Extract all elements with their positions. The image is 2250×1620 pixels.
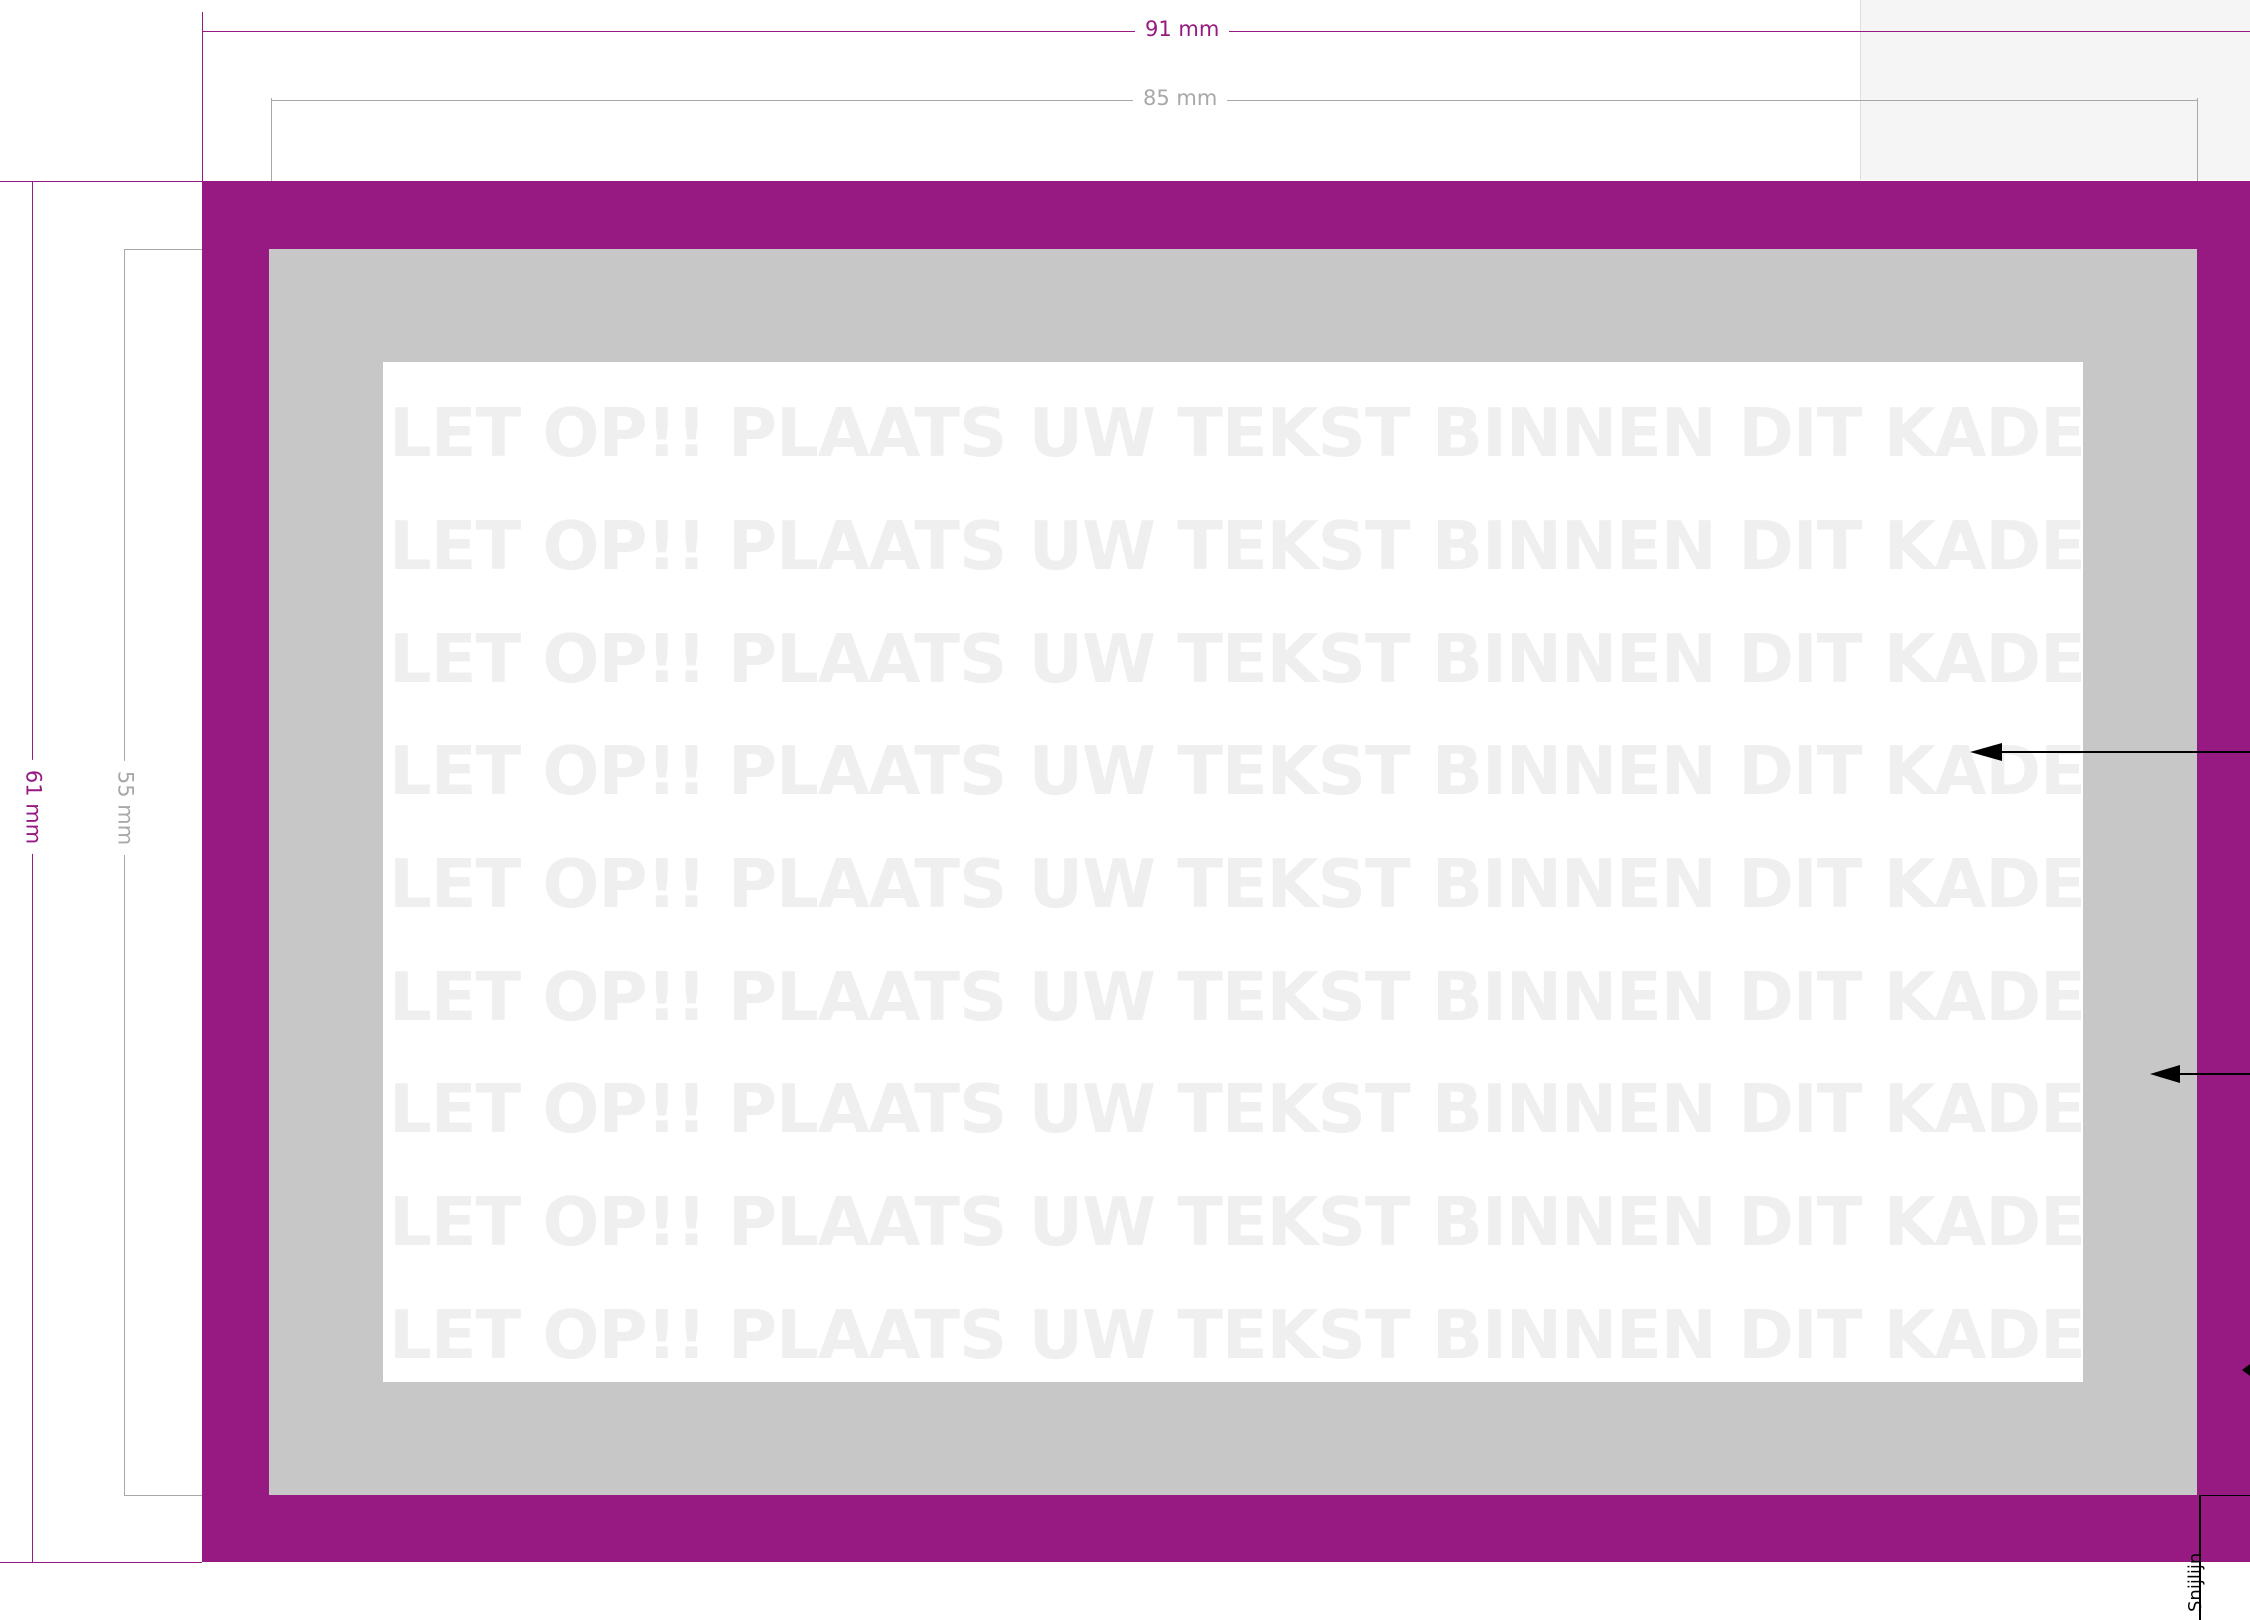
cut-line-tick — [2199, 1495, 2250, 1496]
cut-line-label: Snijlijn — [2185, 1552, 2206, 1612]
arrows-overlay — [1970, 743, 2250, 1376]
arrow-to-safe-area — [1970, 743, 2250, 761]
arrow-to-bleed-area — [2242, 1364, 2250, 1376]
arrow-to-trim-area — [2150, 1065, 2250, 1083]
